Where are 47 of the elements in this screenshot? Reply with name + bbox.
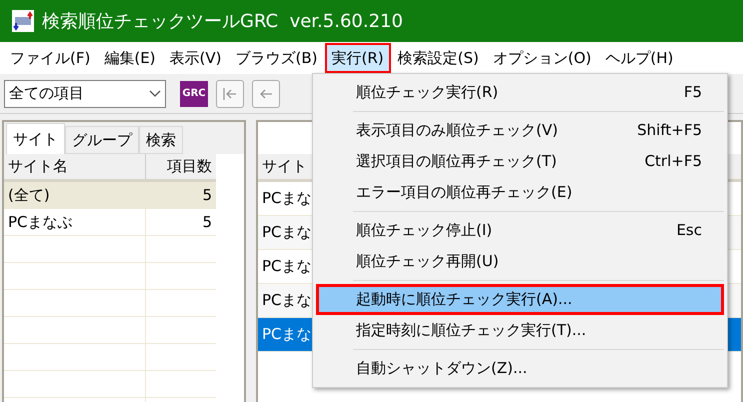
site-cell-text: PCまな [262,222,312,244]
arrow-left-icon [258,86,274,100]
panel-tab[interactable]: サイト [6,123,65,154]
site-row[interactable]: PCまなぶ 5 [4,209,216,236]
skip-back-icon [222,86,238,100]
window-title: 検索順位チェックツールGRC ver.5.60.210 [42,10,403,34]
column-header[interactable]: サイト [262,155,307,178]
menu-option[interactable]: 自動シャットダウン(Z)... [316,353,724,384]
menu-item[interactable]: ファイル(F) [3,43,98,73]
site-name-cell: PCまなぶ [4,209,146,235]
site-cell-text: PCまな [262,324,312,346]
menu-option[interactable]: 順位チェック再開(U) [316,246,724,277]
app-icon [12,10,34,32]
back-button[interactable] [252,80,280,108]
filter-dropdown[interactable]: 全ての項目 [4,80,166,108]
panel-tab[interactable]: 検索 [139,126,183,154]
menu-item[interactable]: オプション(O) [486,43,598,73]
site-name-cell: (全て) [4,182,146,208]
item-count-cell-text: 5 [201,184,213,206]
menu-item[interactable]: ヘルプ(H) [598,43,680,73]
site-row[interactable]: (全て) 5 [4,182,216,209]
menu-item[interactable]: 編集(E) [97,43,163,73]
shortcut-label: Esc [676,220,702,242]
menu-option[interactable]: 順位チェック実行(R) F5 [316,77,724,108]
chevron-down-icon [149,90,161,98]
site-cell-text: PCまな [262,188,312,210]
shortcut-label: F5 [684,82,702,104]
shortcut-label: Ctrl+F5 [644,151,702,172]
menu-option[interactable]: エラー項目の順位再チェック(E) [316,177,724,208]
column-header[interactable]: サイト名 [4,154,146,179]
menu-option[interactable]: 順位チェック停止(I) Esc [316,215,724,246]
shortcut-label: Shift+F5 [637,120,702,142]
menu-item[interactable]: 実行(R) [324,43,391,73]
menu-option[interactable]: 指定時刻に順位チェック実行(T)... [316,315,724,346]
first-button[interactable] [216,80,244,108]
menu-option[interactable]: 表示項目のみ順位チェック(V) Shift+F5 [316,115,724,146]
menu-option[interactable]: 起動時に順位チェック実行(A)... [316,284,724,315]
panel-tab[interactable]: グループ [65,126,139,154]
item-count-cell-text: 5 [201,212,213,233]
menu-item[interactable]: ブラウズ(B) [228,43,324,73]
column-header[interactable]: 項目数 [146,154,216,179]
site-cell-text: PCまな [262,290,312,312]
site-cell-text: PCまな [262,256,312,278]
menu-item[interactable]: 検索設定(S) [390,43,486,73]
grc-logo-button[interactable]: GRC [180,80,208,106]
menu-option[interactable]: 選択項目の順位再チェック(T) Ctrl+F5 [316,146,724,177]
menu-item[interactable]: 表示(V) [162,43,228,73]
